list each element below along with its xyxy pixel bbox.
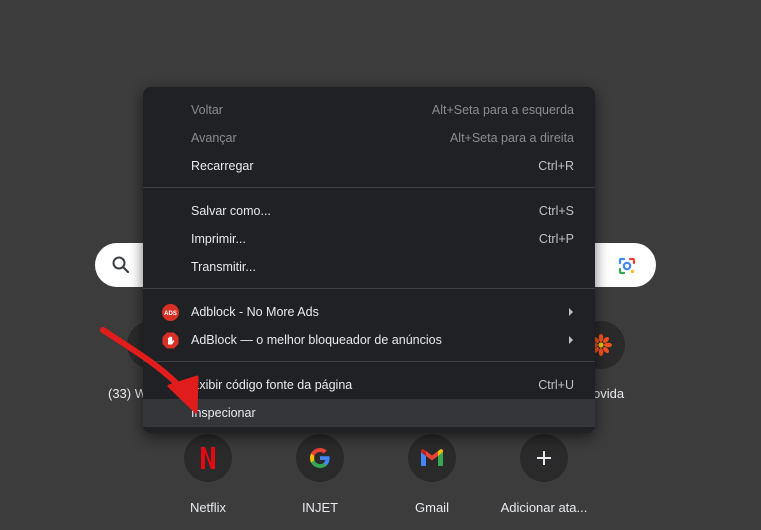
menu-separator	[143, 288, 595, 289]
menu-item-label: Avançar	[191, 131, 237, 145]
shortcut-label[interactable]: ovida	[593, 386, 624, 401]
menu-item-forward[interactable]: Avançar Alt+Seta para a direita	[143, 124, 595, 152]
menu-item-shortcut: Ctrl+U	[538, 378, 574, 392]
menu-item-label: Inspecionar	[191, 406, 256, 420]
shortcut-injet[interactable]: INJET	[264, 434, 376, 515]
search-icon	[112, 256, 130, 274]
menu-item-shortcut: Ctrl+P	[538, 232, 574, 246]
shortcut-label[interactable]: (33) W	[108, 386, 147, 401]
menu-item-view-source[interactable]: Exibir código fonte da página Ctrl+U	[143, 371, 595, 399]
menu-item-back[interactable]: Voltar Alt+Seta para a esquerda	[143, 96, 595, 124]
shortcut-label: Gmail	[415, 500, 449, 515]
menu-item-inspect[interactable]: Inspecionar	[143, 399, 595, 427]
netflix-icon	[201, 447, 215, 469]
menu-item-label: AdBlock — o melhor bloqueador de anúncio…	[191, 333, 442, 347]
menu-item-label: Exibir código fonte da página	[191, 378, 353, 392]
shortcut-label: Adicionar ata...	[500, 500, 588, 515]
menu-item-label: Adblock - No More Ads	[191, 305, 319, 319]
menu-item-shortcut: Ctrl+R	[538, 159, 574, 173]
shortcut-netflix[interactable]: Netflix	[152, 434, 264, 515]
gmail-icon	[420, 449, 444, 466]
menu-item-adblock-no-more-ads[interactable]: ADS Adblock - No More Ads	[143, 298, 595, 326]
menu-separator	[143, 187, 595, 188]
shortcut-tile-icon	[520, 434, 568, 482]
context-menu: Voltar Alt+Seta para a esquerda Avançar …	[143, 87, 595, 433]
shortcut-label: INJET	[301, 500, 339, 515]
menu-separator	[143, 361, 595, 362]
shortcut-tile-icon	[408, 434, 456, 482]
menu-item-label: Recarregar	[191, 159, 254, 173]
google-icon	[310, 448, 330, 468]
menu-item-print[interactable]: Imprimir... Ctrl+P	[143, 225, 595, 253]
submenu-arrow-icon	[569, 308, 573, 316]
menu-item-save-as[interactable]: Salvar como... Ctrl+S	[143, 197, 595, 225]
adblock-hand-icon	[162, 332, 179, 349]
menu-item-shortcut: Ctrl+S	[538, 204, 574, 218]
shortcut-tile-icon	[184, 434, 232, 482]
shortcut-tile-icon	[296, 434, 344, 482]
adblock-ads-icon: ADS	[162, 304, 179, 321]
google-lens-icon[interactable]	[616, 255, 638, 277]
menu-item-shortcut: Alt+Seta para a direita	[449, 131, 574, 145]
submenu-arrow-icon	[569, 336, 573, 344]
menu-item-shortcut: Alt+Seta para a esquerda	[431, 103, 574, 117]
add-shortcut-button[interactable]: Adicionar ata...	[488, 434, 600, 515]
menu-item-label: Salvar como...	[191, 204, 271, 218]
shortcut-label: Netflix	[189, 500, 227, 515]
menu-item-adblock-best[interactable]: AdBlock — o melhor bloqueador de anúncio…	[143, 326, 595, 354]
menu-item-reload[interactable]: Recarregar Ctrl+R	[143, 152, 595, 180]
menu-item-cast[interactable]: Transmitir...	[143, 253, 595, 281]
plus-icon	[537, 451, 551, 465]
menu-item-label: Voltar	[191, 103, 223, 117]
menu-item-label: Transmitir...	[191, 260, 256, 274]
shortcut-gmail[interactable]: Gmail	[376, 434, 488, 515]
menu-item-label: Imprimir...	[191, 232, 246, 246]
adblock-ads-icon-text: ADS	[164, 311, 177, 317]
